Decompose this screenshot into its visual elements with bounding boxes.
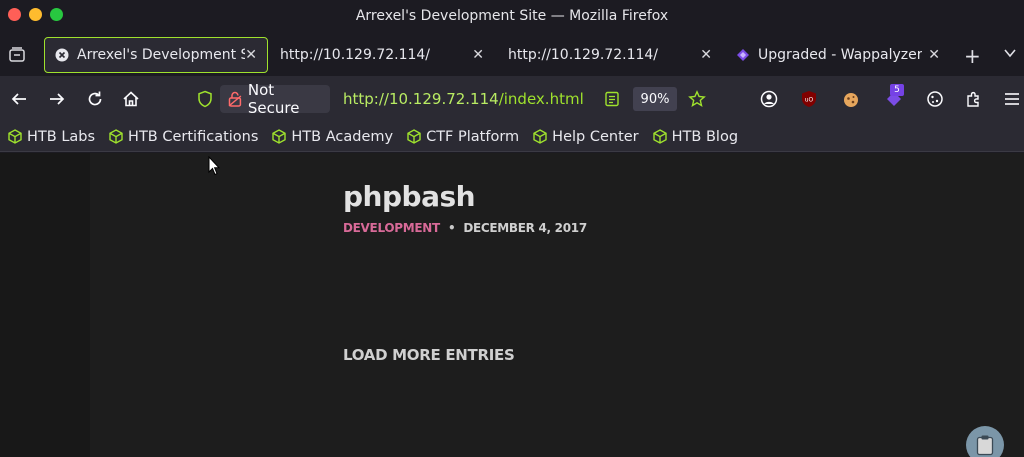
- bookmarks-toolbar: HTB Labs HTB Certifications HTB Academy …: [0, 122, 1024, 152]
- account-icon[interactable]: [760, 90, 778, 108]
- extension-count-badge: 5: [890, 84, 904, 96]
- arrow-right-icon: [50, 93, 65, 105]
- bookmark-htb-blog[interactable]: HTB Blog: [652, 128, 739, 145]
- meta-separator: •: [447, 221, 456, 235]
- cookie-editor-icon[interactable]: [842, 90, 860, 108]
- htb-cube-icon: [533, 129, 547, 144]
- url-path: /index.html: [498, 90, 584, 108]
- ublock-origin-icon[interactable]: uO: [800, 90, 818, 108]
- cookie-icon[interactable]: [926, 90, 944, 108]
- bookmark-label: HTB Blog: [671, 128, 739, 145]
- bookmark-htb-labs[interactable]: HTB Labs: [8, 129, 95, 145]
- close-tab-icon[interactable]: ✕: [245, 47, 257, 63]
- unlocked-padlock-icon: [228, 91, 242, 107]
- page-content: phpbash DEVELOPMENT • DECEMBER 4, 2017 L…: [0, 153, 1024, 457]
- post-date: DECEMBER 4, 2017: [463, 221, 587, 235]
- reload-button[interactable]: [85, 89, 105, 109]
- clipboard-icon: [976, 435, 994, 456]
- home-icon: [123, 91, 139, 107]
- tab-url-1[interactable]: http://10.129.72.114/ ✕: [270, 37, 494, 73]
- close-tab-icon[interactable]: ✕: [700, 47, 712, 63]
- htb-cube-icon: [652, 129, 667, 144]
- window-title: Arrexel's Development Site — Mozilla Fir…: [355, 8, 669, 24]
- bookmark-ctf-platform[interactable]: CTF Platform: [407, 129, 519, 145]
- htb-cube-icon: [407, 129, 421, 144]
- bookmark-htb-academy[interactable]: HTB Academy: [272, 129, 393, 145]
- tab-wappalyzer[interactable]: Upgraded - Wappalyzer ✕: [726, 37, 950, 73]
- post-meta: DEVELOPMENT • DECEMBER 4, 2017: [343, 221, 587, 235]
- htb-cube-icon: [8, 129, 22, 144]
- page-sidebar-strip: [0, 153, 90, 457]
- bookmark-label: HTB Certifications: [128, 128, 259, 145]
- tab-label: Arrexel's Development Si: [77, 47, 245, 63]
- url-text[interactable]: http://10.129.72.114/index.html: [343, 90, 584, 108]
- navigation-toolbar: Not Secure http://10.129.72.114/index.ht…: [0, 76, 1024, 122]
- url-host: http://10.129.72.114: [343, 90, 499, 108]
- load-more-button[interactable]: LOAD MORE ENTRIES: [343, 346, 515, 364]
- bookmark-label: HTB Labs: [27, 128, 96, 145]
- reload-icon: [88, 91, 102, 106]
- new-tab-button[interactable]: +: [964, 44, 981, 68]
- close-tab-icon[interactable]: ✕: [928, 47, 940, 63]
- htb-cube-icon: [109, 129, 123, 144]
- bookmark-label: Help Center: [552, 128, 639, 145]
- tab-label: http://10.129.72.114/: [280, 47, 431, 63]
- bookmark-star-icon[interactable]: [688, 90, 706, 108]
- close-tab-icon[interactable]: ✕: [472, 47, 484, 63]
- site-icon: [55, 48, 69, 62]
- wappalyzer-icon: [737, 49, 749, 61]
- bookmark-htb-certifications[interactable]: HTB Certifications: [109, 129, 258, 145]
- tracking-protection-shield-icon[interactable]: [196, 90, 214, 108]
- security-label: Not Secure: [247, 81, 300, 117]
- post-category[interactable]: DEVELOPMENT: [343, 221, 440, 235]
- post-title[interactable]: phpbash: [343, 180, 476, 213]
- home-button[interactable]: [121, 89, 141, 109]
- not-secure-indicator[interactable]: Not Secure: [220, 81, 330, 117]
- clipboard-fab-button[interactable]: [966, 426, 1004, 457]
- bookmark-label: HTB Academy: [291, 128, 394, 145]
- htb-cube-icon: [272, 129, 287, 144]
- window-titlebar: Arrexel's Development Site — Mozilla Fir…: [0, 0, 1024, 34]
- tab-label: http://10.129.72.114/: [508, 47, 659, 63]
- mouse-pointer-icon: [208, 156, 220, 176]
- reader-view-icon[interactable]: [604, 91, 620, 107]
- bookmark-help-center[interactable]: Help Center: [533, 128, 639, 145]
- svg-text:uO: uO: [805, 97, 814, 104]
- firefox-view-icon: [9, 47, 25, 62]
- bookmark-label: CTF Platform: [426, 128, 520, 145]
- list-tabs-chevron-icon[interactable]: [1003, 46, 1017, 60]
- tab-arrexel[interactable]: Arrexel's Development Si ✕: [44, 37, 268, 73]
- url-bar[interactable]: Not Secure http://10.129.72.114/index.ht…: [192, 81, 738, 117]
- extensions-puzzle-icon[interactable]: [965, 90, 983, 108]
- back-button[interactable]: [9, 89, 29, 109]
- hamburger-menu-icon[interactable]: [1004, 91, 1020, 107]
- tab-bar: Arrexel's Development Si ✕ http://10.129…: [0, 34, 1024, 76]
- tab-url-2[interactable]: http://10.129.72.114/ ✕: [498, 37, 722, 73]
- zoom-reset-button[interactable]: 90%: [633, 87, 677, 111]
- firefox-view-button[interactable]: [6, 44, 28, 66]
- arrow-left-icon: [11, 93, 26, 105]
- forward-button[interactable]: [47, 89, 67, 109]
- tab-label: Upgraded - Wappalyzer: [758, 47, 923, 63]
